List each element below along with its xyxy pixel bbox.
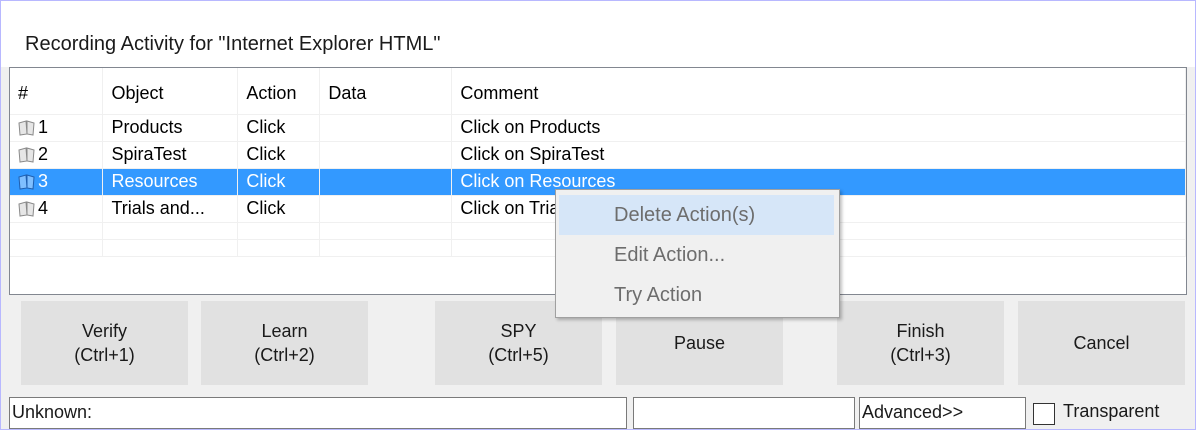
cancel-button[interactable]: Cancel (1018, 301, 1185, 385)
cell-number: 1 (10, 114, 104, 142)
recording-activity-window: Recording Activity for "Internet Explore… (0, 0, 1196, 430)
cell-data (319, 141, 453, 169)
title-bar: Recording Activity for "Internet Explore… (1, 1, 1195, 67)
finish-button[interactable]: Finish (Ctrl+3) (837, 301, 1004, 385)
cell-object: Resources (102, 168, 239, 196)
cell-comment: Click on Products (451, 114, 1186, 142)
cell-action: Click (237, 168, 321, 196)
cell-action: Click (237, 141, 321, 169)
empty-cell (237, 222, 321, 240)
column-header-object[interactable]: Object (102, 68, 239, 115)
empty-cell (10, 239, 104, 257)
context-menu: Delete Action(s) Edit Action... Try Acti… (555, 189, 840, 318)
cancel-label: Cancel (1073, 333, 1130, 353)
cell-number: 3 (10, 168, 104, 196)
cell-action: Click (237, 195, 321, 223)
table-row[interactable]: 1 Products Click Click on Products (10, 114, 1186, 142)
verify-button[interactable]: Verify (Ctrl+1) (21, 301, 188, 385)
cell-number: 4 (10, 195, 104, 223)
cell-data (319, 168, 453, 196)
cell-action: Click (237, 114, 321, 142)
finish-shortcut: (Ctrl+3) (890, 345, 951, 365)
empty-cell (319, 239, 453, 257)
advanced-button[interactable]: Advanced>> (859, 397, 1026, 429)
menu-item-edit-action[interactable]: Edit Action... (559, 235, 834, 275)
cell-number: 2 (10, 141, 104, 169)
column-header-action[interactable]: Action (237, 68, 321, 115)
row-number: 4 (38, 198, 49, 218)
empty-cell (102, 222, 239, 240)
transparent-checkbox[interactable] (1033, 403, 1055, 425)
transparent-label: Transparent (1063, 401, 1160, 421)
column-header-comment[interactable]: Comment (451, 68, 1186, 115)
book-icon (18, 174, 35, 190)
object-type-field: Unknown: (9, 397, 627, 429)
menu-item-try-action[interactable]: Try Action (559, 275, 834, 315)
row-number: 3 (38, 171, 49, 191)
verify-shortcut: (Ctrl+1) (74, 345, 135, 365)
cell-comment: Click on SpiraTest (451, 141, 1186, 169)
book-icon (18, 120, 35, 136)
spy-shortcut: (Ctrl+5) (488, 345, 549, 365)
column-header-number[interactable]: # (10, 68, 104, 115)
menu-item-delete-action[interactable]: Delete Action(s) (559, 195, 834, 235)
verify-label: Verify (81, 321, 128, 341)
book-icon (18, 147, 35, 163)
info-field (633, 397, 855, 429)
learn-label: Learn (261, 321, 308, 341)
empty-cell (10, 222, 104, 240)
empty-cell (319, 222, 453, 240)
cell-object: SpiraTest (102, 141, 239, 169)
cell-object: Trials and... (102, 195, 239, 223)
empty-cell (102, 239, 239, 257)
table-row[interactable]: 2 SpiraTest Click Click on SpiraTest (10, 141, 1186, 169)
header-row: # Object Action Data Comment (10, 68, 1186, 115)
spy-label: SPY (500, 321, 537, 341)
pause-label: Pause (673, 333, 726, 353)
column-header-data[interactable]: Data (319, 68, 453, 115)
finish-label: Finish (896, 321, 945, 341)
learn-button[interactable]: Learn (Ctrl+2) (201, 301, 368, 385)
window-title: Recording Activity for "Internet Explore… (25, 33, 441, 55)
row-number: 1 (38, 117, 49, 137)
cell-data (319, 114, 453, 142)
book-icon (18, 201, 35, 217)
row-number: 2 (38, 144, 49, 164)
cell-object: Products (102, 114, 239, 142)
learn-shortcut: (Ctrl+2) (254, 345, 315, 365)
empty-cell (237, 239, 321, 257)
cell-data (319, 195, 453, 223)
transparent-toggle[interactable]: Transparent (1031, 397, 1189, 429)
